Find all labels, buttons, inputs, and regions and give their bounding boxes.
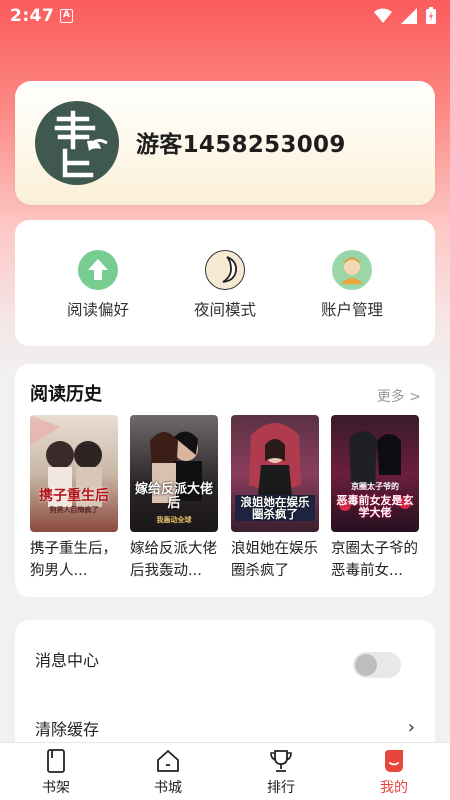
quick-actions-card: 阅读偏好 夜间模式 账户管理 — [15, 220, 435, 346]
bookstore-icon — [155, 748, 181, 774]
battery-icon — [426, 7, 436, 24]
book-cover: 京圈太子爷的 恶毒前女友是玄学大佬 — [331, 415, 419, 532]
history-book[interactable]: 嫁给反派大佬后 我轰动全球 嫁给反派大佬后我轰动... — [130, 415, 218, 582]
account-management-button[interactable]: 账户管理 — [297, 250, 407, 320]
book-cover-title: 浪姐她在娱乐圈杀疯了 — [235, 495, 315, 522]
book-title: 嫁给反派大佬后我轰动... — [130, 541, 217, 579]
avatar[interactable] — [35, 101, 119, 185]
book-cover: 浪姐她在娱乐圈杀疯了 — [231, 415, 319, 532]
reading-preference-button[interactable]: 阅读偏好 — [43, 250, 153, 320]
history-book[interactable]: 京圈太子爷的 恶毒前女友是玄学大佬 京圈太子爷的恶毒前女... — [331, 415, 419, 582]
signal-icon — [401, 7, 417, 24]
status-icons — [374, 7, 436, 24]
message-center-label: 消息中心 — [35, 651, 100, 670]
tab-ranking[interactable]: 排行 — [241, 743, 321, 800]
clear-cache-label: 清除缓存 — [35, 720, 100, 739]
tab-bookshelf[interactable]: 书架 — [16, 743, 96, 800]
message-center-toggle[interactable] — [353, 652, 401, 678]
trophy-icon — [268, 748, 294, 774]
message-center-row[interactable]: 消息中心 — [15, 628, 435, 688]
night-mode-button[interactable]: 夜间模式 — [170, 250, 280, 320]
tab-mine[interactable]: 我的 — [354, 743, 434, 800]
username: 游客1458253009 — [136, 132, 346, 158]
book-logo-avatar-icon — [54, 110, 108, 178]
reading-history-title: 阅读历史 — [30, 384, 102, 405]
user-icon — [332, 250, 372, 290]
history-book[interactable]: 携子重生后 狗男人后悔疯了 携子重生后，狗男人... — [30, 415, 118, 582]
profile-card[interactable]: 游客1458253009 — [15, 81, 435, 205]
more-link[interactable]: 更多 > — [377, 386, 421, 406]
tab-bookstore-label: 书城 — [154, 780, 182, 796]
account-management-label: 账户管理 — [320, 301, 383, 319]
history-book[interactable]: 浪姐她在娱乐圈杀疯了 浪姐她在娱乐圈杀疯了 — [231, 415, 319, 582]
book-title: 携子重生后，狗男人... — [30, 541, 117, 579]
book-cover: 携子重生后 狗男人后悔疯了 — [30, 415, 118, 532]
tab-ranking-label: 排行 — [267, 780, 295, 796]
toggle-knob — [355, 654, 377, 676]
reading-history-card: 阅读历史 更多 > 携子重生后 狗男人后悔疯了 携子重生后，狗男人... 嫁给反… — [15, 364, 435, 597]
notification-icon: A — [60, 9, 73, 23]
bookshelf-icon — [43, 748, 69, 774]
reading-preference-label: 阅读偏好 — [66, 301, 129, 319]
profile-icon — [381, 748, 407, 774]
book-cover-title: 嫁给反派大佬后 — [134, 482, 213, 511]
book-title: 京圈太子爷的恶毒前女... — [331, 541, 418, 579]
tab-mine-label: 我的 — [380, 780, 408, 796]
chevron-right-icon: › — [407, 717, 415, 738]
bottom-tab-bar: 书架 书城 排行 我的 — [0, 742, 450, 800]
moon-icon — [205, 250, 245, 290]
book-cover-subtitle: 我轰动全球 — [156, 516, 192, 524]
night-mode-label: 夜间模式 — [193, 301, 256, 319]
book-cover-subtitle: 狗男人后悔疯了 — [49, 506, 99, 514]
book-cover-subtitle: 京圈太子爷的 — [351, 482, 399, 491]
settings-card: 消息中心 清除缓存 › — [15, 620, 435, 760]
book-cover: 嫁给反派大佬后 我轰动全球 — [130, 415, 218, 532]
status-bar: 2:47 A — [0, 0, 450, 32]
tab-bookshelf-label: 书架 — [42, 780, 70, 796]
status-time: 2:47 — [10, 6, 55, 26]
wifi-icon — [374, 8, 392, 23]
book-cover-title: 携子重生后 — [39, 488, 109, 504]
tab-bookstore[interactable]: 书城 — [128, 743, 208, 800]
book-cover-title: 恶毒前女友是玄学大佬 — [336, 494, 414, 519]
book-title: 浪姐她在娱乐圈杀疯了 — [231, 541, 318, 579]
arrow-up-icon — [78, 250, 118, 290]
